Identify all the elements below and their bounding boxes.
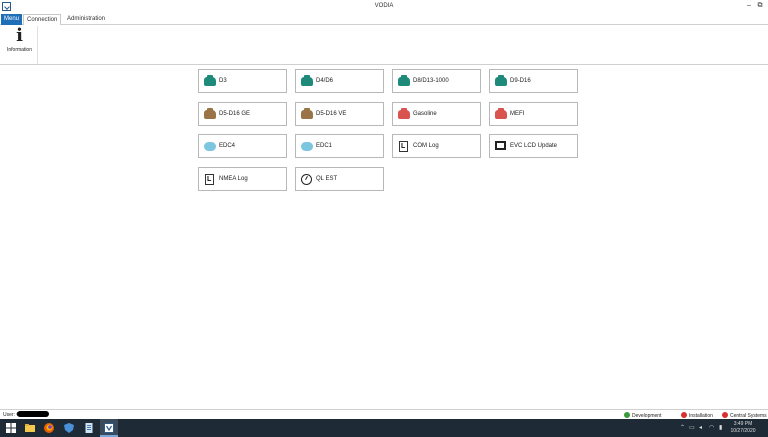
tray-chevron-icon[interactable]: ⌃ — [680, 424, 685, 431]
tile-label: MEFI — [510, 111, 525, 117]
information-button[interactable]: i Information — [1, 26, 38, 64]
menu-bar: Menu Connection Administration — [0, 14, 768, 26]
information-label: Information — [6, 47, 32, 53]
clock-time: 3:49 PM — [733, 421, 753, 427]
development-status[interactable]: Development — [624, 412, 661, 419]
tile-mefi[interactable]: MEFI — [489, 102, 578, 126]
tile-d9-d16[interactable]: D9-D16 — [489, 69, 578, 93]
gauge-icon — [301, 174, 312, 185]
title-bar: VODIA – ⧉ — [0, 0, 768, 13]
tray-network-icon[interactable]: ▭ — [689, 424, 695, 431]
engine-icon — [301, 75, 313, 86]
vodia-icon — [104, 423, 114, 433]
tile-label: Gasoline — [413, 111, 437, 117]
tile-label: NMEA Log — [219, 176, 248, 182]
tile-label: D5-D16 VE — [316, 111, 347, 117]
firefox-button[interactable] — [40, 419, 58, 437]
central-systems-icon — [722, 412, 728, 418]
minimize-button[interactable]: – — [744, 1, 754, 11]
tile-edc1[interactable]: EDC1 — [295, 134, 384, 158]
tile-d3[interactable]: D3 — [198, 69, 287, 93]
engine-icon — [398, 108, 410, 119]
engine-icon — [301, 108, 313, 119]
log-icon — [205, 174, 214, 185]
development-icon — [624, 412, 630, 418]
maximize-button[interactable]: ⧉ — [755, 1, 765, 11]
tile-label: D8/D13-1000 — [413, 78, 449, 84]
tile-d4-d6[interactable]: D4/D6 — [295, 69, 384, 93]
log-icon — [399, 141, 408, 152]
taskbar-clock[interactable]: 3:49 PM 10/27/2020 — [728, 421, 758, 435]
info-icon: i — [16, 25, 23, 46]
installation-icon — [681, 412, 687, 418]
engine-icon — [204, 75, 216, 86]
engine-icon — [495, 75, 507, 86]
windows-logo-icon — [6, 423, 16, 433]
document-icon — [85, 423, 93, 433]
monitor-icon — [495, 141, 506, 150]
tile-d8-d13-1000[interactable]: D8/D13-1000 — [392, 69, 481, 93]
tile-label: EDC1 — [316, 143, 333, 149]
tile-label: EDC4 — [219, 143, 236, 149]
engine-icon — [398, 75, 410, 86]
tile-label: D5-D16 GE — [219, 111, 251, 117]
tile-label: COM Log — [413, 143, 439, 149]
tray-wifi-icon[interactable]: ◠ — [709, 424, 714, 431]
folder-icon — [25, 424, 35, 432]
start-button[interactable] — [2, 419, 20, 437]
tile-gasoline[interactable]: Gasoline — [392, 102, 481, 126]
ribbon: i Information — [0, 25, 768, 65]
vodia-taskbar-button[interactable] — [100, 419, 118, 437]
file-explorer-button[interactable] — [21, 419, 39, 437]
document-app-button[interactable] — [80, 419, 98, 437]
tile-label: QL EST — [316, 176, 338, 182]
redacted-username — [17, 411, 49, 417]
engine-icon — [495, 108, 507, 119]
tile-com-log[interactable]: COM Log — [392, 134, 481, 158]
clock-date: 10/27/2020 — [730, 428, 756, 434]
cloud-icon — [204, 142, 216, 151]
window-title: VODIA — [374, 3, 394, 9]
central-systems-status[interactable]: Central Systems — [722, 412, 767, 419]
security-app-button[interactable] — [60, 419, 78, 437]
cloud-icon — [301, 142, 313, 151]
shield-icon — [64, 423, 74, 433]
tile-evc-lcd-update[interactable]: EVC LCD Update — [489, 134, 578, 158]
tab-administration[interactable]: Administration — [64, 14, 106, 25]
windows-taskbar: ⌃ ▭ ◂ ◠ ▮ 3:49 PM 10/27/2020 — [0, 419, 768, 437]
tile-d5-d16-ge[interactable]: D5-D16 GE — [198, 102, 287, 126]
installation-status[interactable]: Installation — [681, 412, 713, 419]
firefox-icon — [44, 423, 54, 433]
tile-nmea-log[interactable]: NMEA Log — [198, 167, 287, 191]
tile-label: EVC LCD Update — [510, 143, 558, 149]
tile-ql-est[interactable]: QL EST — [295, 167, 384, 191]
status-bar: User: O Development Installation Central… — [0, 409, 768, 419]
engine-icon — [204, 108, 216, 119]
tile-d5-d16-ve[interactable]: D5-D16 VE — [295, 102, 384, 126]
tray-battery-icon[interactable]: ▮ — [719, 424, 722, 431]
tile-label: D3 — [219, 78, 227, 84]
tile-label: D9-D16 — [510, 78, 531, 84]
tray-volume-icon[interactable]: ◂ — [699, 424, 702, 431]
tile-label: D4/D6 — [316, 78, 334, 84]
tab-menu[interactable]: Menu — [1, 14, 22, 25]
tile-edc4[interactable]: EDC4 — [198, 134, 287, 158]
